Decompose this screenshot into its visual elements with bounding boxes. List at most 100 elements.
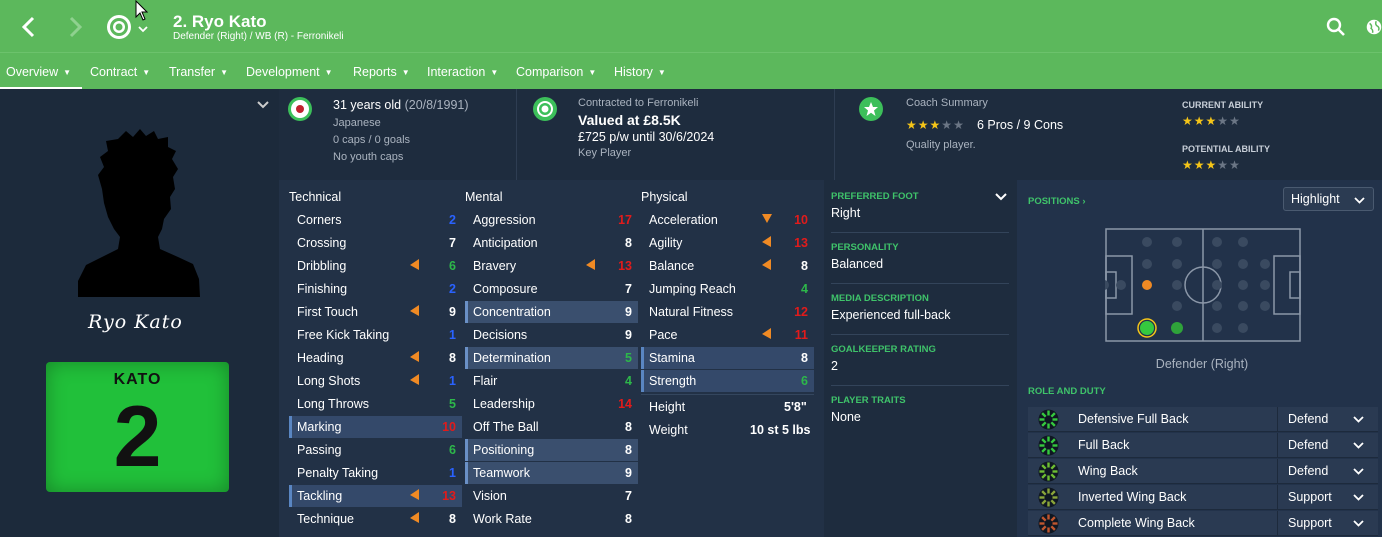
attribute-value: 2 bbox=[449, 213, 456, 227]
role-name: Wing Back bbox=[1078, 464, 1138, 478]
sub-navigation: Overview ▼ Contract ▼ Transfer ▼ Developmen… bbox=[0, 52, 1382, 90]
chevron-down-icon bbox=[1353, 515, 1364, 530]
attribute-row[interactable]: Composure 7 bbox=[465, 278, 638, 300]
star-empty-icon: ★ bbox=[1217, 158, 1229, 172]
media-description-label: MEDIA DESCRIPTION bbox=[831, 293, 929, 304]
role-suitability-icon bbox=[1038, 435, 1059, 456]
attribute-row[interactable]: Heading 8 bbox=[289, 347, 462, 369]
attribute-row[interactable]: Long Shots 1 bbox=[289, 370, 462, 392]
player-shirt: KATO 2 bbox=[46, 362, 229, 492]
attribute-row[interactable]: Strength 6 bbox=[641, 370, 814, 392]
attribute-row[interactable]: Leadership 14 bbox=[465, 393, 638, 415]
attribute-row[interactable]: Vision 7 bbox=[465, 485, 638, 507]
attribute-row[interactable]: Anticipation 8 bbox=[465, 232, 638, 254]
duty-dropdown[interactable]: Defend bbox=[1277, 433, 1372, 458]
attribute-row[interactable]: Aggression 17 bbox=[465, 209, 638, 231]
tab-overview[interactable]: Overview ▼ bbox=[6, 65, 71, 79]
tab-interaction[interactable]: Interaction ▼ bbox=[427, 65, 498, 79]
attribute-name: Decisions bbox=[473, 328, 528, 342]
role-row[interactable]: Defensive Full Back Defend bbox=[1028, 407, 1378, 432]
duty-dropdown[interactable]: Support bbox=[1277, 511, 1372, 536]
attribute-row[interactable]: Tackling 13 bbox=[289, 485, 462, 507]
attribute-row[interactable]: Dribbling 6 bbox=[289, 255, 462, 277]
contract-club-text: Contracted to Ferronikeli bbox=[578, 97, 699, 109]
chevron-down-icon bbox=[138, 26, 148, 33]
attribute-row[interactable]: Acceleration 10 bbox=[641, 209, 814, 231]
arrow-up-icon bbox=[762, 236, 772, 250]
duty-dropdown[interactable]: Defend bbox=[1277, 459, 1372, 484]
attribute-row[interactable]: Crossing 7 bbox=[289, 232, 462, 254]
attribute-row[interactable]: Concentration 9 bbox=[465, 301, 638, 323]
tab-label: Reports bbox=[353, 65, 397, 79]
star-empty-icon: ★ bbox=[1217, 114, 1229, 128]
back-button[interactable] bbox=[16, 14, 40, 40]
attribute-row[interactable]: First Touch 9 bbox=[289, 301, 462, 323]
attribute-row[interactable]: Pace 11 bbox=[641, 324, 814, 346]
attribute-row[interactable]: Off The Ball 8 bbox=[465, 416, 638, 438]
role-row[interactable]: Inverted Wing Back Support bbox=[1028, 485, 1378, 510]
attribute-row[interactable]: Stamina 8 bbox=[641, 347, 814, 369]
attribute-row[interactable]: Long Throws 5 bbox=[289, 393, 462, 415]
attribute-row[interactable]: Teamwork 9 bbox=[465, 462, 638, 484]
globe-button[interactable] bbox=[1366, 14, 1382, 40]
attribute-row[interactable]: Passing 6 bbox=[289, 439, 462, 461]
attribute-name: Work Rate bbox=[473, 512, 532, 526]
flag-icon bbox=[288, 97, 312, 121]
duty-dropdown[interactable]: Defend bbox=[1277, 407, 1372, 432]
attribute-value: 8 bbox=[449, 351, 456, 365]
attribute-row[interactable]: Natural Fitness 12 bbox=[641, 301, 814, 323]
attribute-row[interactable]: Corners 2 bbox=[289, 209, 462, 231]
attribute-row[interactable]: Positioning 8 bbox=[465, 439, 638, 461]
attribute-row[interactable]: Flair 4 bbox=[465, 370, 638, 392]
positions-link[interactable]: POSITIONS › bbox=[1028, 196, 1086, 207]
chevron-down-icon: ▼ bbox=[63, 67, 72, 77]
highlight-dropdown[interactable]: Highlight bbox=[1283, 187, 1374, 211]
header-bar: 2. Ryo Kato Defender (Right) / WB (R) - … bbox=[0, 0, 1382, 52]
attribute-row[interactable]: Technique 8 bbox=[289, 508, 462, 530]
attribute-row[interactable]: Work Rate 8 bbox=[465, 508, 638, 530]
tab-contract[interactable]: Contract ▼ bbox=[90, 65, 150, 79]
role-name: Defensive Full Back bbox=[1078, 412, 1189, 426]
tab-reports[interactable]: Reports ▼ bbox=[353, 65, 410, 79]
duty-dropdown[interactable]: Support bbox=[1277, 485, 1372, 510]
value-text: Valued at £8.5K bbox=[578, 112, 681, 128]
coach-summary-title: Coach Summary bbox=[906, 97, 988, 109]
attribute-row[interactable]: Free Kick Taking 1 bbox=[289, 324, 462, 346]
chevron-down-icon[interactable] bbox=[995, 193, 1007, 201]
attribute-row[interactable]: Decisions 9 bbox=[465, 324, 638, 346]
coach-summary: Coach Summary ★ ★ ★ ★ ★ 6 Pros / 9 Cons Qual… bbox=[834, 89, 1382, 180]
attribute-name: Corners bbox=[297, 213, 342, 227]
tab-development[interactable]: Development ▼ bbox=[246, 65, 333, 79]
collapse-toggle[interactable] bbox=[257, 98, 269, 112]
attribute-name: Acceleration bbox=[649, 213, 718, 227]
attribute-name: Teamwork bbox=[473, 466, 530, 480]
attribute-row[interactable]: Marking 10 bbox=[289, 416, 462, 438]
tab-label: Overview bbox=[6, 65, 59, 79]
attribute-name: Positioning bbox=[473, 443, 535, 457]
duty-label: Support bbox=[1288, 490, 1332, 504]
attribute-row[interactable]: Agility 13 bbox=[641, 232, 814, 254]
chevron-right-icon: › bbox=[1082, 196, 1086, 207]
role-row[interactable]: Wing Back Defend bbox=[1028, 459, 1378, 484]
attribute-row[interactable]: Bravery 13 bbox=[465, 255, 638, 277]
attribute-name: Flair bbox=[473, 374, 498, 388]
attribute-value: 1 bbox=[449, 466, 456, 480]
tab-transfer[interactable]: Transfer ▼ bbox=[169, 65, 228, 79]
attribute-name: Passing bbox=[297, 443, 342, 457]
star-filled-icon: ★ bbox=[1205, 114, 1217, 128]
role-row[interactable]: Complete Wing Back Support bbox=[1028, 511, 1378, 536]
chevron-down-icon: ▼ bbox=[220, 67, 228, 77]
attribute-row[interactable]: Penalty Taking 1 bbox=[289, 462, 462, 484]
page-title: 2. Ryo Kato bbox=[173, 12, 267, 31]
attribute-row[interactable]: Jumping Reach 4 bbox=[641, 278, 814, 300]
search-button[interactable] bbox=[1324, 14, 1348, 40]
tab-history[interactable]: History ▼ bbox=[614, 65, 666, 79]
technical-heading: Technical bbox=[289, 190, 342, 204]
arrow-down-icon bbox=[762, 213, 772, 227]
attribute-row[interactable]: Determination 5 bbox=[465, 347, 638, 369]
attribute-row[interactable]: Balance 8 bbox=[641, 255, 814, 277]
forward-button[interactable] bbox=[64, 14, 88, 40]
tab-comparison[interactable]: Comparison ▼ bbox=[516, 65, 596, 79]
attribute-row[interactable]: Finishing 2 bbox=[289, 278, 462, 300]
role-row[interactable]: Full Back Defend bbox=[1028, 433, 1378, 458]
